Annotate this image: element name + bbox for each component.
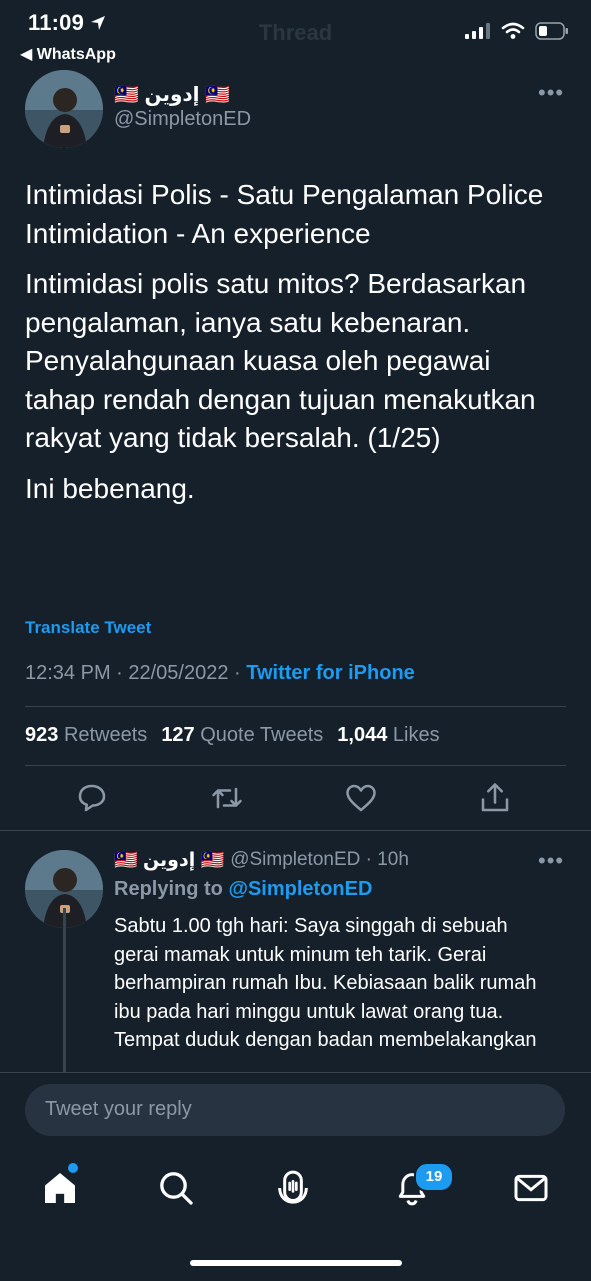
reply-handle-time[interactable]: @SimpletonED · 10h (230, 849, 409, 871)
reply-input[interactable]: Tweet your reply (25, 1084, 565, 1136)
avatar-photo (25, 70, 103, 148)
mail-icon[interactable] (511, 1168, 551, 1208)
more-dots-icon[interactable]: ••• (538, 848, 564, 874)
search-icon[interactable] (156, 1168, 196, 1208)
reply-author-name[interactable]: 🇲🇾 إدوين 🇲🇾 (114, 848, 224, 872)
quote-tweets-stat[interactable]: 127 Quote Tweets (161, 724, 323, 747)
reply-header: 🇲🇾 إدوين 🇲🇾 @SimpletonED · 10h (114, 848, 409, 872)
reply-body: Sabtu 1.00 tgh hari: Saya singgah di seb… (114, 915, 537, 1051)
battery-icon (535, 22, 568, 40)
divider (25, 765, 566, 766)
divider (25, 706, 566, 707)
tweet-body: Intimidasi Polis - Satu Pengalaman Polic… (25, 176, 565, 520)
likes-stat[interactable]: 1,044 Likes (337, 724, 439, 747)
tweet-paragraph: Intimidasi Polis - Satu Pengalaman Polic… (25, 179, 544, 249)
translate-tweet-link[interactable]: Translate Tweet (25, 618, 151, 638)
tweet-paragraph: Intimidasi polis satu mitos? Berdasarkan… (25, 268, 536, 453)
reply-input-placeholder: Tweet your reply (45, 1098, 192, 1120)
tweet-timestamp: 12:34 PM · 22/05/2022 · (25, 662, 241, 684)
divider (0, 830, 591, 831)
tweet-paragraph: Ini bebenang. (25, 472, 195, 504)
author-handle[interactable]: @SimpletonED (114, 108, 251, 131)
status-icons (465, 22, 569, 40)
share-icon[interactable] (477, 780, 513, 816)
more-dots-icon[interactable]: ••• (538, 80, 564, 106)
thread-connector-line (63, 908, 66, 1073)
home-unread-dot (68, 1163, 78, 1173)
home-indicator (190, 1260, 402, 1266)
heart-icon[interactable] (343, 780, 379, 816)
replying-to-handle-link[interactable]: @SimpletonED (228, 878, 372, 900)
tweet-stats: 923 Retweets 127 Quote Tweets 1,044 Like… (25, 724, 440, 747)
tweet-meta: 12:34 PM · 22/05/2022 · Twitter for iPho… (25, 662, 415, 685)
tweet-source-link[interactable]: Twitter for iPhone (246, 662, 415, 684)
back-to-app-link[interactable]: ◀ WhatsApp (20, 44, 116, 64)
author-name[interactable]: 🇲🇾 إدوين 🇲🇾 (114, 82, 230, 107)
notification-badge: 19 (414, 1162, 454, 1192)
home-icon[interactable] (40, 1168, 80, 1208)
replying-to: Replying to @SimpletonED (114, 878, 373, 900)
reply-icon[interactable] (74, 780, 110, 816)
wifi-icon (501, 22, 525, 39)
spaces-icon[interactable] (273, 1168, 313, 1208)
avatar[interactable] (25, 70, 103, 148)
retweet-icon[interactable] (209, 780, 245, 816)
signal-icon (465, 23, 490, 39)
retweets-stat[interactable]: 923 Retweets (25, 724, 147, 747)
